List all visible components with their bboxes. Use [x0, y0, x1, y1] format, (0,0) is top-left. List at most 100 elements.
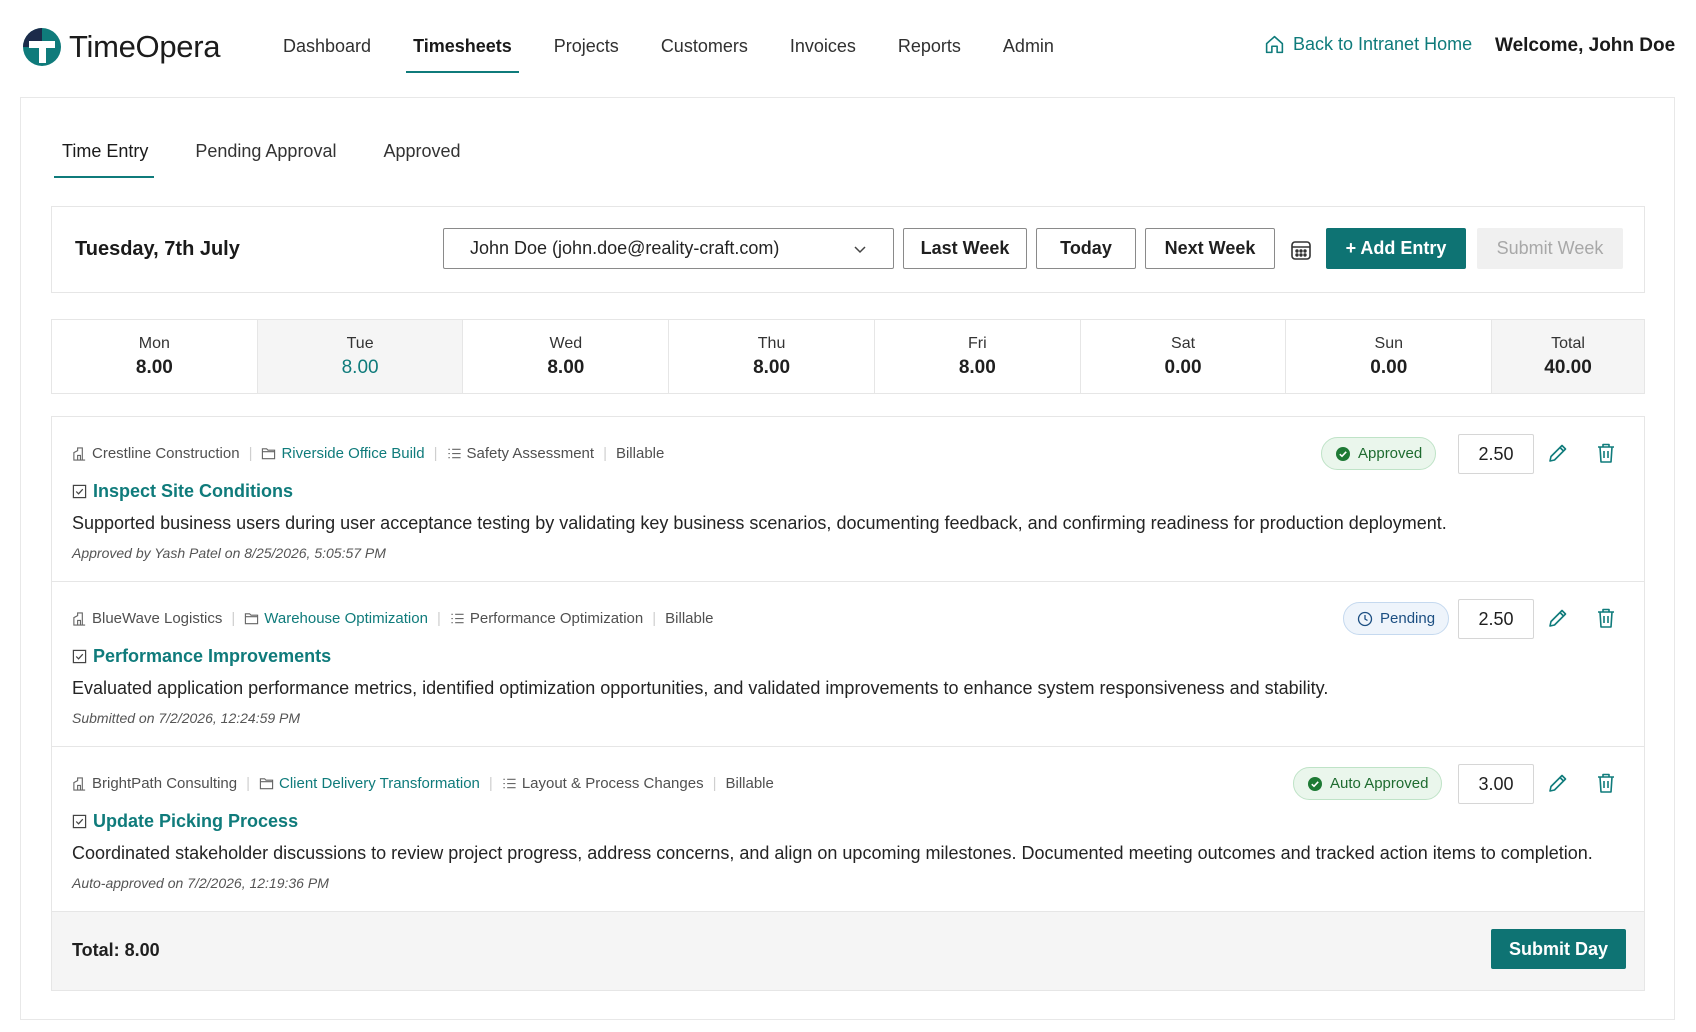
pencil-icon[interactable]	[1546, 771, 1570, 795]
entry-billing: Billable	[615, 445, 665, 462]
nav-invoices[interactable]: Invoices	[769, 0, 877, 92]
day-sun[interactable]: Sun 0.00	[1286, 320, 1493, 393]
day-hours: 0.00	[1164, 357, 1202, 378]
checkbox-icon	[72, 649, 87, 664]
meta-separator: |	[712, 775, 717, 792]
checkbox-icon	[72, 484, 87, 499]
clock-icon	[1357, 611, 1373, 626]
day-name: Wed	[549, 335, 583, 352]
nav-customers[interactable]: Customers	[640, 0, 769, 92]
user-select[interactable]: John Doe (john.doe@reality-craft.com)	[443, 228, 894, 269]
trash-icon[interactable]	[1594, 771, 1618, 795]
day-wed[interactable]: Wed 8.00	[463, 320, 670, 393]
list-icon	[447, 448, 461, 459]
nav-admin[interactable]: Admin	[982, 0, 1075, 92]
entry-project: Riverside Office Build	[281, 445, 425, 462]
timesheet-tabs: Time Entry Pending Approval Approved	[53, 141, 508, 178]
back-to-intranet-link[interactable]: Back to Intranet Home	[1264, 34, 1472, 55]
folder-icon	[259, 778, 274, 790]
entry-task[interactable]: Inspect Site Conditions	[72, 481, 293, 502]
entry-description: Evaluated application performance metric…	[72, 678, 1329, 698]
meta-separator: |	[231, 610, 236, 627]
entry-billing: Billable	[665, 610, 714, 627]
status-badge: Auto Approved	[1293, 767, 1443, 800]
submit-week-button: Submit Week	[1477, 228, 1623, 269]
meta-separator: |	[652, 610, 657, 627]
day-name: Thu	[757, 335, 786, 352]
last-week-button[interactable]: Last Week	[903, 228, 1027, 269]
folder-icon	[245, 613, 259, 625]
entry-status-note: Auto-approved on 7/2/2026, 12:19:36 PM	[72, 875, 329, 891]
entry-task-label: Performance Improvements	[93, 646, 332, 666]
entry-customer: BlueWave Logistics	[92, 610, 223, 627]
entry-project-link[interactable]: Riverside Office Build	[261, 445, 425, 462]
entry-project-link[interactable]: Warehouse Optimization	[244, 610, 428, 627]
entry-task[interactable]: Update Picking Process	[72, 811, 298, 832]
entry-task[interactable]: Performance Improvements	[72, 646, 331, 667]
nav-reports[interactable]: Reports	[877, 0, 982, 92]
nav-timesheets[interactable]: Timesheets	[392, 0, 533, 92]
check-circle-icon	[1308, 776, 1322, 791]
day-mon[interactable]: Mon 8.00	[52, 320, 258, 393]
entry-task-label: Update Picking Process	[93, 811, 299, 831]
time-entries-list: Crestline Construction | Riverside Offic…	[51, 416, 1645, 991]
today-button[interactable]: Today	[1036, 228, 1136, 269]
pencil-icon[interactable]	[1546, 441, 1570, 465]
meta-separator: |	[248, 445, 253, 462]
status-badge: Pending	[1343, 602, 1450, 635]
building-icon	[73, 612, 86, 626]
entry-customer: Crestline Construction	[92, 445, 240, 462]
nav-dashboard[interactable]: Dashboard	[262, 0, 392, 92]
date-toolbar: Tuesday, 7th July John Doe (john.doe@rea…	[51, 206, 1645, 293]
entry-project-link[interactable]: Client Delivery Transformation	[259, 775, 480, 792]
calendar-icon[interactable]	[1289, 238, 1313, 262]
day-tue[interactable]: Tue 8.00	[257, 320, 464, 393]
brand-name: TimeOpera	[69, 29, 221, 64]
day-total: Total: 8.00	[72, 940, 160, 960]
day-sat[interactable]: Sat 0.00	[1080, 320, 1287, 393]
week-total-hours: 40.00	[1544, 357, 1592, 378]
user-select-value: John Doe (john.doe@reality-craft.com)	[470, 238, 780, 258]
entry-customer: BrightPath Consulting	[92, 775, 238, 792]
tab-pending-approval[interactable]: Pending Approval	[195, 141, 336, 178]
trash-icon[interactable]	[1594, 441, 1618, 465]
chevron-down-icon	[854, 246, 866, 254]
day-name: Sat	[1171, 335, 1196, 352]
submit-day-button[interactable]: Submit Day	[1491, 929, 1626, 969]
entry-billing: Billable	[725, 775, 774, 792]
week-total-label: Total	[1551, 335, 1585, 352]
brand-logo[interactable]: TimeOpera	[21, 26, 221, 68]
day-hours: 8.00	[753, 357, 791, 378]
time-entry: BrightPath Consulting | Client Delivery …	[52, 747, 1644, 912]
day-hours: 8.00	[341, 357, 379, 378]
add-entry-button[interactable]: + Add Entry	[1326, 228, 1466, 269]
day-hours: 8.00	[547, 357, 585, 378]
entry-activity: Layout & Process Changes	[521, 775, 704, 792]
tab-approved[interactable]: Approved	[383, 141, 460, 178]
back-link-label: Back to Intranet Home	[1293, 34, 1473, 54]
day-thu[interactable]: Thu 8.00	[669, 320, 875, 393]
next-week-button[interactable]: Next Week	[1145, 228, 1275, 269]
entry-task-label: Inspect Site Conditions	[93, 481, 294, 501]
day-hours: 0.00	[1370, 357, 1408, 378]
day-hours: 8.00	[135, 357, 173, 378]
home-icon	[1265, 35, 1284, 54]
hours-input[interactable]: 2.50	[1458, 434, 1534, 474]
hours-input[interactable]: 3.00	[1458, 764, 1534, 804]
status-label: Approved	[1358, 445, 1423, 462]
pencil-icon[interactable]	[1546, 606, 1570, 630]
day-fri[interactable]: Fri 8.00	[874, 320, 1081, 393]
trash-icon[interactable]	[1594, 606, 1618, 630]
entry-activity: Performance Optimization	[469, 610, 644, 627]
entry-status-note: Approved by Yash Patel on 8/25/2026, 5:0…	[72, 545, 386, 561]
timesheet-card: Time Entry Pending Approval Approved Tue…	[20, 97, 1675, 1020]
hours-input[interactable]: 2.50	[1458, 599, 1534, 639]
nav-projects[interactable]: Projects	[533, 0, 640, 92]
day-name: Fri	[967, 335, 987, 352]
list-icon	[503, 778, 516, 789]
day-hours: 8.00	[958, 357, 996, 378]
day-footer: Total: 8.00 Submit Day	[52, 912, 1644, 990]
week-summary: Mon 8.00 Tue 8.00 Wed 8.00 Thu 8.00 Fri …	[51, 319, 1645, 394]
entry-meta: BrightPath Consulting | Client Delivery …	[72, 775, 774, 792]
tab-time-entry[interactable]: Time Entry	[53, 141, 155, 178]
